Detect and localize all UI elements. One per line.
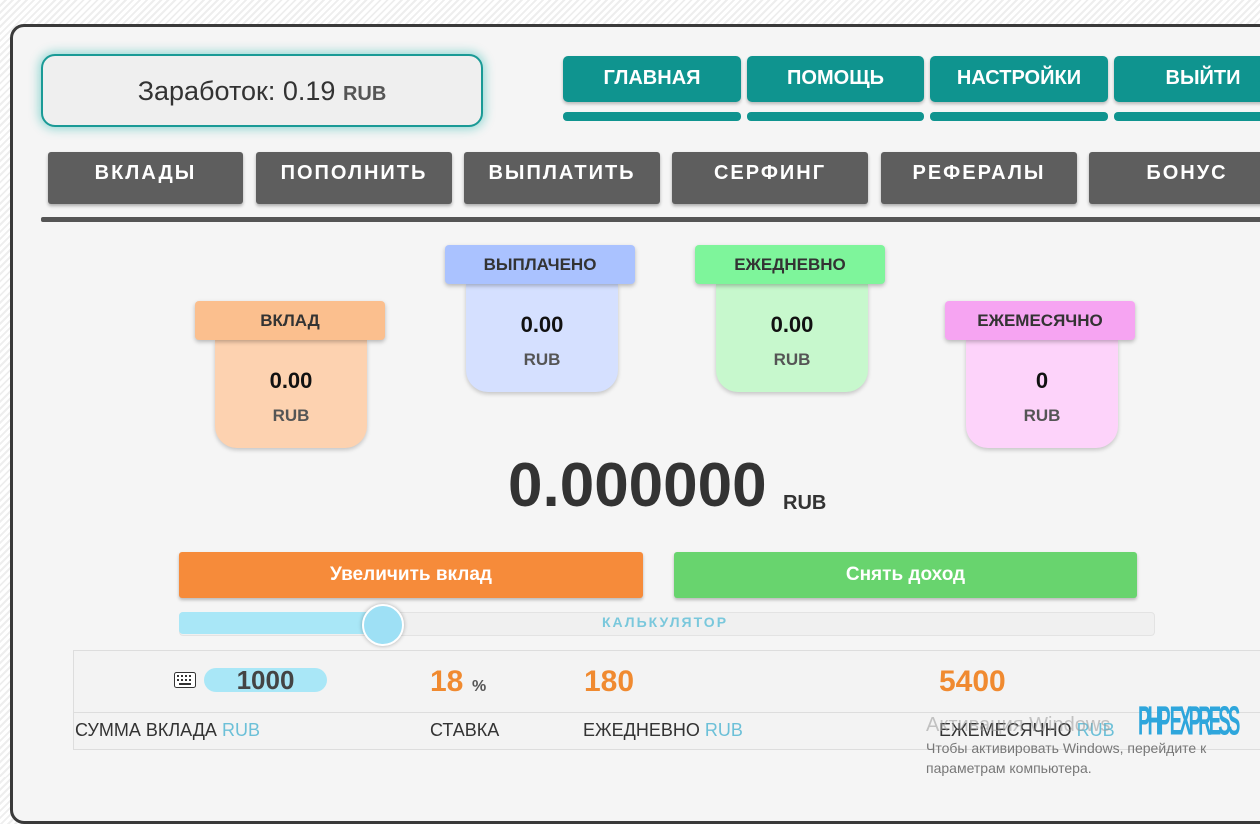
- stat-deposit-card: 0.00 RUB: [215, 340, 367, 448]
- rate-label: СТАВКА: [430, 720, 500, 740]
- calculator-slider-handle[interactable]: [362, 604, 404, 646]
- nav-underline: [930, 112, 1108, 121]
- tab-bonus[interactable]: БОНУС: [1089, 152, 1260, 204]
- rate-unit: %: [472, 678, 487, 695]
- earnings-currency: RUB: [342, 83, 387, 105]
- stat-daily-card: 0.00 RUB: [716, 284, 868, 392]
- section-divider: [41, 217, 1260, 222]
- daily-label: ЕЖЕДНЕВНО RUB: [583, 720, 743, 740]
- monthly-income-value: 5400: [939, 665, 1006, 698]
- stat-daily-title: ЕЖЕДНЕВНО: [695, 245, 885, 284]
- tab-withdraw[interactable]: ВЫПЛАТИТЬ: [464, 152, 660, 204]
- table-divider: [73, 712, 1260, 713]
- withdraw-income-button[interactable]: Снять доход: [674, 552, 1137, 598]
- stat-deposit-value: 0.00: [269, 368, 313, 393]
- earnings-value: 0.19: [282, 76, 336, 106]
- tab-deposits[interactable]: ВКЛАДЫ: [48, 152, 243, 204]
- nav-logout-button[interactable]: ВЫЙТИ: [1114, 56, 1260, 102]
- amount-label: СУММА ВКЛАДА RUB: [75, 720, 260, 740]
- stat-deposit-currency: RUB: [272, 406, 310, 425]
- calculator-slider-fill: [179, 612, 384, 634]
- stat-daily-currency: RUB: [773, 350, 811, 369]
- stat-monthly-value: 0: [1035, 368, 1049, 393]
- tab-surfing[interactable]: СЕРФИНГ: [672, 152, 868, 204]
- nav-help-button[interactable]: ПОМОЩЬ: [747, 56, 924, 102]
- stat-paid-value: 0.00: [520, 312, 564, 337]
- nav-settings-button[interactable]: НАСТРОЙКИ: [930, 56, 1108, 102]
- deposit-amount-input[interactable]: 1000: [204, 667, 327, 693]
- earnings-label: Заработок:: [137, 76, 276, 106]
- nav-underline: [1114, 112, 1260, 121]
- stat-monthly-title: ЕЖЕМЕСЯЧНО: [945, 301, 1135, 340]
- daily-income-value: 180: [584, 665, 635, 698]
- total-balance: 0.000000: [508, 451, 767, 520]
- stat-paid-title: ВЫПЛАЧЕНО: [445, 245, 635, 284]
- calculator-label: КАЛЬКУЛЯТОР: [601, 614, 729, 630]
- earnings-box: Заработок: 0.19 RUB: [41, 54, 483, 127]
- stat-daily-value: 0.00: [770, 312, 814, 337]
- php-express-logo: PHP EXPRESS: [1138, 697, 1240, 742]
- stat-monthly-card: 0 RUB: [966, 340, 1118, 448]
- keyboard-icon[interactable]: [174, 672, 196, 688]
- windows-activation-title: Активация Windows: [926, 714, 1111, 736]
- nav-home-button[interactable]: ГЛАВНАЯ: [563, 56, 741, 102]
- stat-monthly-currency: RUB: [1023, 406, 1061, 425]
- total-currency: RUB: [783, 492, 827, 514]
- rate-value: 18: [430, 665, 464, 698]
- tab-top-up[interactable]: ПОПОЛНИТЬ: [256, 152, 452, 204]
- nav-underline: [563, 112, 741, 121]
- stat-deposit-title: ВКЛАД: [195, 301, 385, 340]
- increase-deposit-button[interactable]: Увеличить вклад: [179, 552, 643, 598]
- stat-paid-currency: RUB: [523, 350, 561, 369]
- svg-text:PHP EXPRESS: PHP EXPRESS: [1138, 697, 1240, 742]
- table-border: [73, 651, 74, 749]
- nav-underline: [747, 112, 924, 121]
- tab-referrals[interactable]: РЕФЕРАЛЫ: [881, 152, 1077, 204]
- stat-paid-card: 0.00 RUB: [466, 284, 618, 392]
- windows-activation-text: Чтобы активировать Windows, перейдите к …: [926, 740, 1207, 776]
